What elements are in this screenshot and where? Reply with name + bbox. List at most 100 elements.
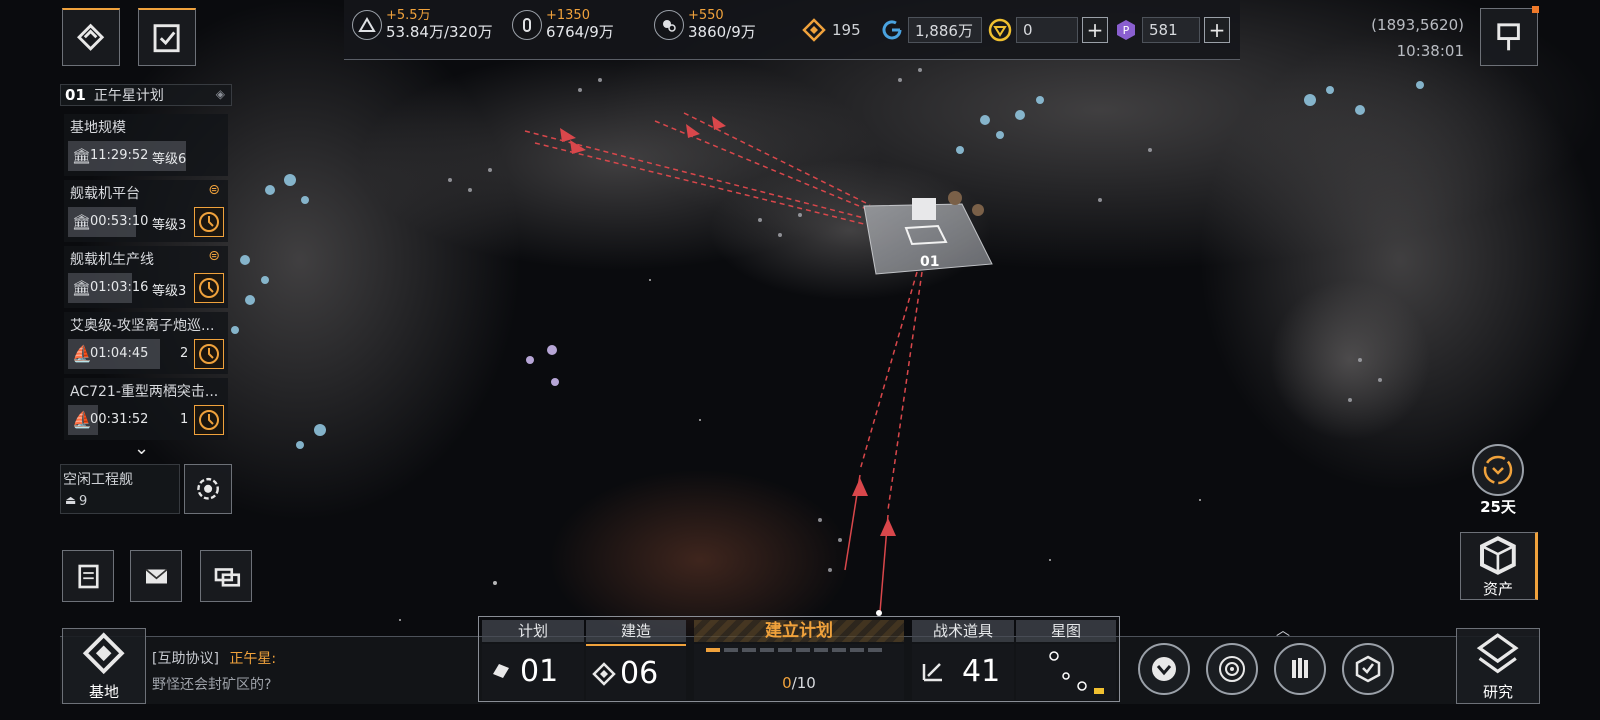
- queue-item[interactable]: AC721-重型两栖突击... ⛵ 00:31:52 1: [64, 378, 228, 440]
- establish-current: 0: [782, 674, 792, 692]
- fleet-button[interactable]: [1342, 643, 1394, 695]
- alliance-icon: [1292, 658, 1308, 678]
- chevron-down-icon[interactable]: ⌄: [134, 438, 149, 459]
- gas-delta: +550: [688, 8, 724, 23]
- plan-number: 01: [65, 86, 86, 104]
- chat-button[interactable]: [200, 550, 252, 602]
- premium-value: 581: [1142, 17, 1200, 43]
- engineer-ship-icon: ⏏: [65, 493, 77, 507]
- queue-item-time: 00:53:10: [90, 214, 149, 229]
- add-gold-button[interactable]: +: [1082, 17, 1108, 43]
- speedup-button[interactable]: [194, 273, 224, 303]
- queue-item-level: 等级3: [152, 284, 187, 299]
- tab-starmap[interactable]: 星图: [1016, 620, 1116, 642]
- recall-icon: [1152, 657, 1176, 681]
- resource-metal[interactable]: +5.5万 53.84万/320万: [352, 8, 493, 41]
- speedup-button[interactable]: [194, 405, 224, 435]
- build-count: 06: [620, 656, 659, 691]
- base-map-label[interactable]: 01: [920, 254, 939, 270]
- coordinates[interactable]: (1893,5620): [1352, 16, 1464, 34]
- expand-arrow-icon[interactable]: ︿: [1276, 620, 1290, 640]
- gas-icon: [654, 9, 684, 40]
- speedup-button[interactable]: [194, 339, 224, 369]
- link-icon: [77, 23, 105, 52]
- alliance-help-icon[interactable]: ⊜: [208, 182, 220, 198]
- queue-item[interactable]: 舰载机平台 ⊜ 🏛 00:53:10 等级3: [64, 180, 228, 242]
- checklist-icon: [154, 24, 180, 53]
- crystal-amount: 6764/9万: [546, 23, 614, 41]
- resource-crystal[interactable]: +1350 6764/9万: [512, 8, 614, 41]
- queue-item-level: 等级3: [152, 218, 187, 233]
- ship-icon: ⛵: [72, 410, 92, 429]
- resource-bar: +5.5万 53.84万/320万 +1350 6764/9万 +550 3860/9…: [344, 0, 1240, 60]
- fuel-value: 195: [832, 21, 861, 39]
- tasks-button[interactable]: [138, 8, 196, 66]
- currency-fuel[interactable]: 195: [802, 16, 861, 44]
- reports-button[interactable]: [62, 550, 114, 602]
- build-count-box[interactable]: 06: [586, 644, 686, 700]
- queue-item[interactable]: 基地规模 🏛 11:29:52 等级6: [64, 114, 228, 176]
- recall-button[interactable]: [1138, 643, 1190, 695]
- queue-item-time: 11:29:52: [90, 148, 149, 163]
- currency-credits[interactable]: 1,886万: [880, 16, 982, 44]
- svg-text:P: P: [1123, 24, 1130, 37]
- tab-build[interactable]: 建造: [586, 620, 686, 642]
- event-countdown-button[interactable]: [1472, 444, 1524, 496]
- queue-item-title: 舰载机平台: [70, 186, 140, 202]
- mail-button[interactable]: [130, 550, 182, 602]
- research-icon: [1477, 632, 1519, 674]
- assets-button[interactable]: 资产: [1460, 532, 1538, 600]
- idle-engineer-panel[interactable]: 空闲工程舰 ⏏ 9: [60, 464, 180, 514]
- queue-item-level: 等级6: [152, 152, 187, 167]
- queue-item[interactable]: 艾奥级-攻坚离子炮巡... ⛵ 01:04:45 2: [64, 312, 228, 374]
- chat-preview[interactable]: [互助协议] 正午星: 野怪还会封矿区的?: [152, 648, 472, 698]
- plan-header[interactable]: 01 正午星计划 ◈: [60, 84, 232, 106]
- base-button[interactable]: 基地: [62, 628, 146, 704]
- currency-gold[interactable]: 0 +: [988, 16, 1108, 44]
- metal-amount: 53.84万/320万: [386, 23, 493, 41]
- credits-value: 1,886万: [908, 17, 982, 43]
- currency-premium[interactable]: P 581 +: [1114, 16, 1230, 44]
- idle-engineer-label: 空闲工程舰: [63, 472, 133, 488]
- tab-tactical-items[interactable]: 战术道具: [912, 620, 1014, 642]
- ship-icon: ⛵: [72, 344, 92, 363]
- bookmark-button[interactable]: [1480, 8, 1538, 66]
- queue-item-title: 基地规模: [70, 120, 126, 136]
- queue-item-title: 艾奥级-攻坚离子炮巡...: [70, 318, 215, 334]
- tab-plan[interactable]: 计划: [482, 620, 584, 642]
- chat-channel: [互助协议]: [152, 651, 219, 667]
- tab-establish-plan[interactable]: 建立计划: [694, 620, 904, 642]
- queue-item-title: AC721-重型两栖突击...: [70, 384, 219, 400]
- minimap-icon: [1049, 651, 1104, 694]
- research-button[interactable]: 研究: [1456, 628, 1540, 704]
- pin-icon: [1497, 23, 1521, 51]
- speedup-clock-icon: [199, 212, 219, 232]
- add-premium-button[interactable]: +: [1204, 17, 1230, 43]
- alliance-button[interactable]: [1274, 643, 1326, 695]
- alliance-help-icon[interactable]: ⊜: [208, 248, 220, 264]
- plan-count-box[interactable]: 01: [482, 644, 584, 700]
- radar-icon: [1219, 656, 1245, 682]
- queue-item-count: 1: [180, 412, 189, 427]
- queue-item-time: 01:03:16: [90, 280, 149, 295]
- crystal-icon: [512, 9, 542, 40]
- base-icon: [83, 632, 125, 674]
- star-map[interactable]: [0, 0, 1600, 720]
- metal-icon: [352, 9, 382, 40]
- starmap-minimap[interactable]: [1016, 644, 1116, 700]
- diplomacy-button[interactable]: [62, 8, 120, 66]
- resource-gas[interactable]: +550 3860/9万: [654, 8, 756, 41]
- plan-count: 01: [520, 654, 559, 689]
- engineer-ship-button[interactable]: [184, 464, 232, 514]
- gear-icon: [197, 478, 219, 500]
- server-time: 10:38:01: [1396, 42, 1464, 60]
- expand-icon[interactable]: ◈: [216, 87, 225, 101]
- establish-plan-box[interactable]: 0/10: [694, 644, 904, 700]
- plan-icon: [493, 664, 509, 678]
- premium-icon: P: [1117, 20, 1135, 40]
- plan-name: 正午星计划: [93, 88, 164, 104]
- tactical-items-box[interactable]: 41: [912, 644, 1014, 700]
- speedup-button[interactable]: [194, 207, 224, 237]
- radar-button[interactable]: [1206, 643, 1258, 695]
- queue-item[interactable]: 舰载机生产线 ⊜ 🏛 01:03:16 等级3: [64, 246, 228, 308]
